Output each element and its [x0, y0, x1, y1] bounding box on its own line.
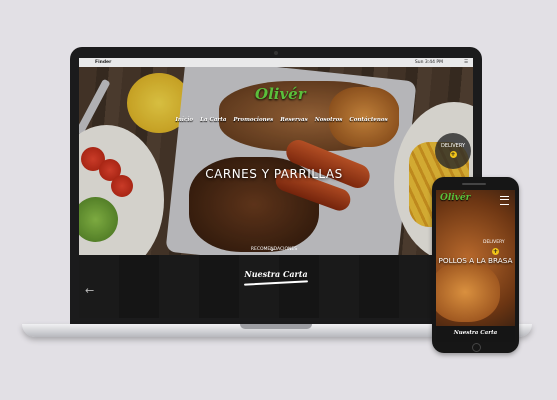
site-logo[interactable]: Olivér: [255, 85, 306, 103]
menu-section: [79, 255, 473, 318]
plus-icon: +: [449, 151, 457, 158]
menubar-app-name[interactable]: Finder: [95, 58, 111, 67]
roast-chicken-image: [436, 262, 500, 322]
nav-item-la-carta[interactable]: La Carta: [200, 117, 226, 123]
mobile-plus-icon[interactable]: +: [492, 248, 499, 255]
nav-item-promociones[interactable]: Promociones: [233, 117, 273, 123]
mobile-delivery-label[interactable]: DELIVERY: [483, 240, 505, 245]
laptop-notch: [240, 324, 312, 329]
phone-home-button: [472, 343, 481, 352]
nav-item-reservas[interactable]: Reservas: [280, 117, 307, 123]
nav-item-nosotros[interactable]: Nosotros: [315, 117, 343, 123]
phone-screen: Olivér DELIVERY + POLLOS A LA BRASA Nues…: [436, 190, 515, 342]
section-title: Nuestra Carta: [244, 269, 308, 279]
mac-menubar: Finder Sun 3:44 PM ☰: [79, 58, 473, 67]
hero-section: Olivér Inicio La Carta Promociones Reser…: [79, 67, 473, 255]
mobile-hero-title: POLLOS A LA BRASA: [438, 256, 513, 265]
main-nav: Inicio La Carta Promociones Reservas Nos…: [175, 117, 387, 123]
nav-item-contactenos[interactable]: Contáctenos: [349, 117, 387, 123]
delivery-label: DELIVERY: [440, 143, 466, 149]
menubar-list-icon[interactable]: ☰: [464, 58, 468, 67]
phone-speaker: [462, 183, 486, 185]
laptop-screen: Finder Sun 3:44 PM ☰ Olivér Inicio La Ca…: [79, 58, 473, 318]
mobile-section-title: Nuestra Carta: [453, 330, 498, 336]
menubar-clock: Sun 3:44 PM: [414, 60, 443, 65]
nav-item-inicio[interactable]: Inicio: [175, 117, 193, 123]
chevron-down-icon[interactable]: ⌄: [267, 245, 277, 255]
delivery-button[interactable]: DELIVERY +: [435, 133, 471, 169]
arrow-left-icon[interactable]: ←: [85, 284, 94, 297]
mobile-logo[interactable]: Olivér: [440, 193, 470, 203]
hamburger-menu-icon[interactable]: [500, 196, 509, 205]
laptop-camera: [274, 51, 278, 55]
hero-title: CARNES Y PARRILLAS: [205, 167, 343, 181]
